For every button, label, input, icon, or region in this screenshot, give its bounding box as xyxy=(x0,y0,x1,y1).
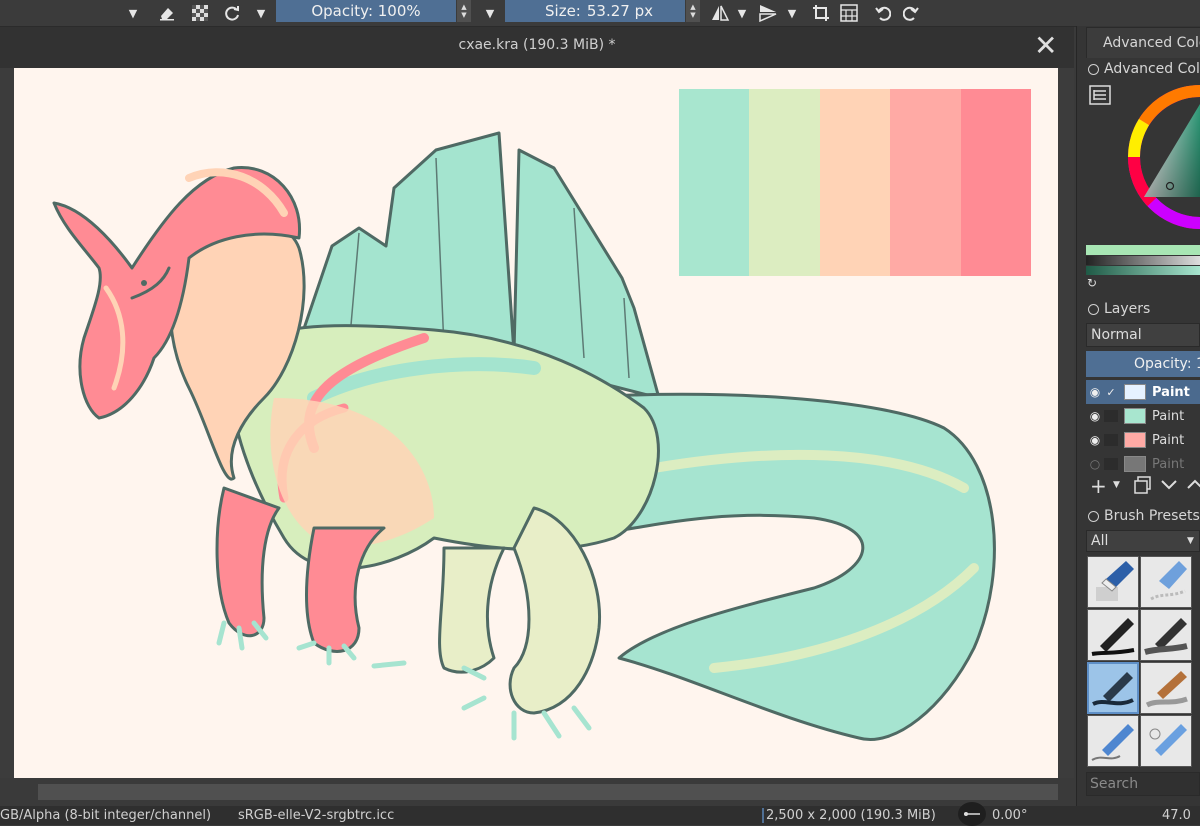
status-bar: GB/Alpha (8-bit integer/channel) sRGB-el… xyxy=(0,802,1200,826)
checkmark-icon[interactable]: ✓ xyxy=(1104,386,1118,399)
size-slider[interactable]: Size: 53.27 px xyxy=(505,0,685,22)
value-slider[interactable] xyxy=(1086,256,1200,265)
opacity-slider[interactable]: Opacity: 100% xyxy=(276,0,456,22)
brush-preset-pencil-soft[interactable] xyxy=(1140,715,1192,767)
brush-preset-ink-brush[interactable] xyxy=(1140,609,1192,661)
size-value: 53.27 px xyxy=(586,2,653,20)
alpha-inherit-icon[interactable] xyxy=(1104,410,1118,422)
redo-icon[interactable] xyxy=(900,2,922,24)
color-space-label: GB/Alpha (8-bit integer/channel) xyxy=(0,808,212,823)
layer-row[interactable]: ◉ Paint xyxy=(1086,404,1200,428)
docker-float-icon[interactable] xyxy=(1088,510,1099,522)
scrollbar-thumb[interactable] xyxy=(38,784,1058,800)
layer-thumbnail xyxy=(1124,408,1146,424)
docker-float-icon[interactable] xyxy=(1088,303,1099,315)
opacity-spinner[interactable]: ▲ ▼ xyxy=(457,0,471,22)
brush-preset-active[interactable] xyxy=(1087,662,1139,714)
color-settings-icon[interactable] xyxy=(1088,84,1112,106)
blend-mode-select[interactable]: Normal xyxy=(1086,323,1200,347)
chevron-down-icon[interactable]: ▼ xyxy=(124,2,142,24)
saturation-slider[interactable] xyxy=(1086,266,1200,275)
brush-tag-filter[interactable]: All ▼ xyxy=(1086,530,1200,552)
layer-thumbnail xyxy=(1124,432,1146,448)
chevron-down-icon[interactable]: ▼ xyxy=(735,2,749,24)
size-spinner[interactable]: ▲ ▼ xyxy=(686,0,700,22)
eraser-icon[interactable] xyxy=(156,2,178,24)
layer-row[interactable]: ○ Paint xyxy=(1086,452,1200,476)
rotation-icon[interactable] xyxy=(958,802,986,826)
brush-preset-eraser[interactable] xyxy=(1087,556,1139,608)
horizontal-scrollbar[interactable] xyxy=(0,778,1074,806)
dinosaur-illustration xyxy=(52,131,996,741)
crop-icon[interactable] xyxy=(810,2,832,24)
layer-thumbnail xyxy=(1124,384,1146,400)
brush-preset-pencil[interactable] xyxy=(1087,715,1139,767)
docker-float-icon[interactable] xyxy=(1088,63,1099,75)
undo-icon[interactable] xyxy=(872,2,894,24)
layer-name: Paint xyxy=(1152,408,1185,424)
size-label: Size: xyxy=(545,2,581,20)
brush-preset-ink-pen[interactable] xyxy=(1087,609,1139,661)
document-title: cxae.kra (190.3 MiB) * xyxy=(458,37,616,53)
document-tab[interactable]: cxae.kra (190.3 MiB) * ✕ xyxy=(0,27,1074,68)
add-layer-icon[interactable]: + xyxy=(1090,474,1107,498)
chevron-down-icon[interactable]: ▼ xyxy=(481,2,499,24)
brush-preset-eraser-soft[interactable] xyxy=(1140,556,1192,608)
alpha-lock-icon[interactable] xyxy=(189,2,211,24)
move-layer-up-icon[interactable] xyxy=(1186,476,1200,498)
layer-row[interactable]: ◉ Paint xyxy=(1086,428,1200,452)
opacity-label: Opacity: 100% xyxy=(311,2,421,20)
rotation-value: 0.00° xyxy=(992,808,1028,823)
color-history-bar[interactable] xyxy=(1086,245,1200,255)
brush-preset-paint[interactable] xyxy=(1140,662,1192,714)
alpha-inherit-icon[interactable] xyxy=(1104,434,1118,446)
wrap-around-icon[interactable] xyxy=(838,2,860,24)
color-profile-label: sRGB-elle-V2-srgbtrc.icc xyxy=(238,808,395,823)
eye-icon[interactable]: ◉ xyxy=(1086,385,1104,399)
canvas[interactable] xyxy=(14,68,1058,778)
layer-row[interactable]: ◉ ✓ Paint xyxy=(1086,380,1200,404)
chevron-down-icon[interactable]: ▼ xyxy=(785,2,799,24)
eye-hidden-icon[interactable]: ○ xyxy=(1086,457,1104,471)
advanced-color-tab[interactable]: Advanced Colo xyxy=(1086,27,1200,58)
reload-preset-icon[interactable] xyxy=(221,2,243,24)
chevron-down-icon[interactable]: ▼ xyxy=(1187,536,1194,546)
layer-opacity-slider[interactable]: Opacity: 1 xyxy=(1086,351,1200,377)
chevron-down-icon[interactable]: ▼ xyxy=(252,2,270,24)
layer-thumbnail xyxy=(1124,456,1146,472)
layer-name: Paint xyxy=(1152,384,1190,400)
image-dimensions-label: 2,500 x 2,000 (190.3 MiB) xyxy=(762,808,936,823)
layer-name: Paint xyxy=(1152,456,1185,472)
advanced-color-header: Advanced Colo xyxy=(1088,61,1200,77)
top-toolbar: ▼ ▼ Opacity: 100% ▲ ▼ ▼ Size: 53.27 px ▲ ▼… xyxy=(0,0,1200,27)
layers-header: Layers xyxy=(1088,301,1150,317)
eye-icon[interactable]: ◉ xyxy=(1086,433,1104,447)
mirror-horizontal-icon[interactable] xyxy=(708,2,732,24)
alpha-inherit-icon[interactable] xyxy=(1104,458,1118,470)
duplicate-layer-icon[interactable] xyxy=(1134,476,1152,498)
canvas-area[interactable] xyxy=(0,68,1074,778)
refresh-icon[interactable]: ↻ xyxy=(1087,276,1097,290)
move-layer-down-icon[interactable] xyxy=(1160,476,1178,498)
chevron-down-icon[interactable]: ▼ xyxy=(1113,480,1120,490)
zoom-level: 47.0 xyxy=(1162,808,1191,823)
brush-presets-header: Brush Presets xyxy=(1088,508,1200,524)
eye-icon[interactable]: ◉ xyxy=(1086,409,1104,423)
close-icon[interactable]: ✕ xyxy=(1034,29,1057,62)
brush-search-input[interactable]: Search xyxy=(1086,772,1200,796)
color-selector-wheel[interactable] xyxy=(1112,82,1200,232)
mirror-vertical-icon[interactable] xyxy=(756,2,780,24)
layer-name: Paint xyxy=(1152,432,1185,448)
